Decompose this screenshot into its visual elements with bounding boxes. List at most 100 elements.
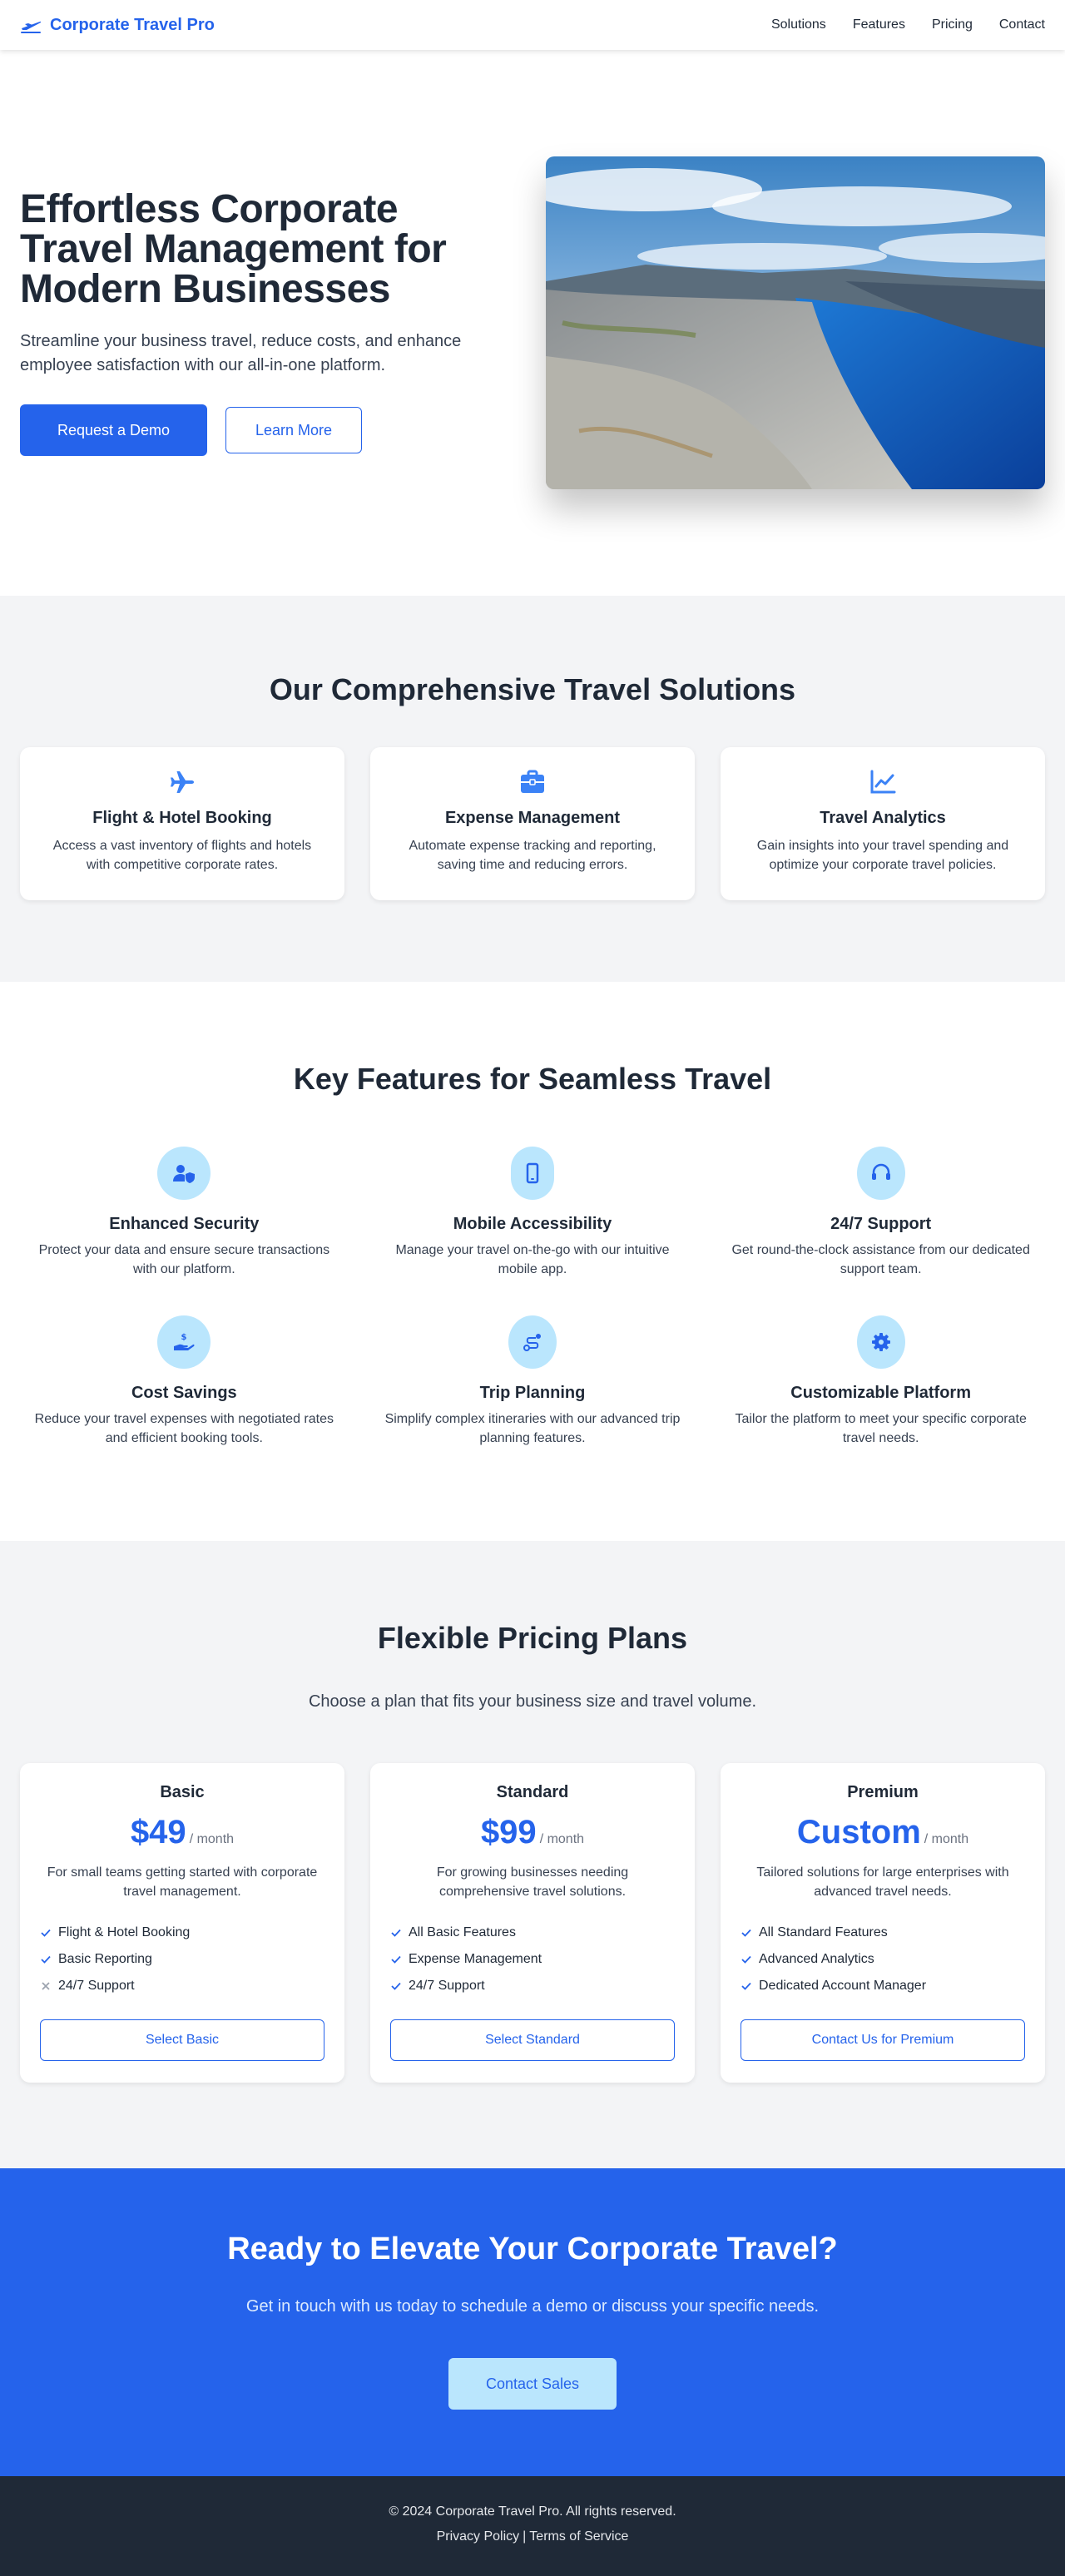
- brand-logo[interactable]: Corporate Travel Pro: [20, 16, 215, 35]
- hero-subtitle: Streamline your business travel, reduce …: [20, 332, 462, 374]
- plan-price: $99: [480, 1814, 537, 1850]
- user-shield-icon: [173, 1165, 196, 1183]
- hand-holding-dollar-icon: $: [174, 1333, 195, 1350]
- plan-card-premium: Premium Custom / month Tailored solutions…: [721, 1763, 1045, 2083]
- select-basic-button[interactable]: Select Basic: [40, 2019, 324, 2061]
- plan-name: Premium: [847, 1783, 919, 1801]
- privacy-policy-link[interactable]: Privacy Policy: [437, 2529, 520, 2544]
- feature-title: 24/7 Support: [830, 1215, 932, 1233]
- headset-icon: [871, 1163, 890, 1180]
- check-icon: [741, 1929, 751, 1937]
- nav-link-pricing[interactable]: Pricing: [932, 17, 973, 32]
- footer-links: Privacy Policy | Terms of Service: [0, 2529, 1065, 2544]
- feature-item-cost-savings: $ Cost Savings Reduce your travel expens…: [20, 1315, 349, 1448]
- request-demo-button[interactable]: Request a Demo: [20, 404, 207, 456]
- feature-text: Protect your data and ensure secure tran…: [38, 1243, 330, 1276]
- feature-item-support: 24/7 Support Get round-the-clock assista…: [716, 1147, 1045, 1279]
- learn-more-button[interactable]: Learn More: [225, 407, 362, 453]
- check-icon: [391, 1955, 401, 1964]
- site-header: Corporate Travel Pro Solutions Features …: [0, 0, 1065, 50]
- features-title: Key Features for Seamless Travel: [293, 1062, 772, 1096]
- feature-title: Enhanced Security: [109, 1215, 260, 1233]
- hero-section: Effortless Corporate Travel Management f…: [0, 50, 1065, 596]
- plan-feature-list: Flight & Hotel Booking Basic Reporting 2…: [40, 1920, 324, 1999]
- plan-feature: Basic Reporting: [40, 1946, 324, 1973]
- plan-feature-list: All Basic Features Expense Management 24…: [390, 1920, 675, 1999]
- features-section: Key Features for Seamless Travel Enhance…: [0, 982, 1065, 1541]
- features-grid: Enhanced Security Protect your data and …: [0, 1147, 1065, 1448]
- check-icon: [41, 1955, 51, 1964]
- pricing-plans: Basic $49/ month For small teams getting…: [0, 1763, 1065, 2083]
- plan-feature-list: All Standard Features Advanced Analytics…: [741, 1920, 1025, 1999]
- plan-price: Custom: [796, 1814, 921, 1850]
- copyright-text: © 2024 Corporate Travel Pro. All rights …: [389, 2504, 676, 2519]
- cta-title: Ready to Elevate Your Corporate Travel?: [227, 2232, 838, 2266]
- mobile-icon: [526, 1162, 539, 1184]
- site-footer: © 2024 Corporate Travel Pro. All rights …: [0, 2476, 1065, 2576]
- solutions-cards: Flight & Hotel Booking Access a vast inv…: [0, 747, 1065, 900]
- nav-link-features[interactable]: Features: [853, 17, 905, 32]
- pricing-section: Flexible Pricing Plans Choose a plan tha…: [0, 1541, 1065, 2168]
- plane-icon: [21, 21, 42, 33]
- nav-link-solutions[interactable]: Solutions: [771, 17, 826, 32]
- plan-period: / month: [189, 1832, 235, 1846]
- plan-feature: Flight & Hotel Booking: [40, 1920, 324, 1946]
- feature-item-mobile: Mobile Accessibility Manage your travel …: [369, 1147, 697, 1279]
- solution-title: Travel Analytics: [820, 809, 946, 827]
- plan-card-standard: Standard $99/ month For growing business…: [370, 1763, 695, 2083]
- plan-period: / month: [924, 1832, 969, 1846]
- plan-description: Tailored solutions for large enterprises…: [756, 1865, 1009, 1899]
- plan-feature: Advanced Analytics: [741, 1946, 1025, 1973]
- solution-card-booking: Flight & Hotel Booking Access a vast inv…: [20, 747, 344, 900]
- check-icon: [391, 1929, 401, 1937]
- cta-subtitle: Get in touch with us today to schedule a…: [245, 2297, 820, 2316]
- solutions-title: Our Comprehensive Travel Solutions: [269, 672, 796, 706]
- plan-feature: All Standard Features: [741, 1920, 1025, 1946]
- terms-of-service-link[interactable]: Terms of Service: [529, 2529, 628, 2544]
- brand-name: Corporate Travel Pro: [50, 15, 215, 34]
- contact-premium-button[interactable]: Contact Us for Premium: [741, 2019, 1025, 2061]
- pricing-title: Flexible Pricing Plans: [377, 1621, 688, 1655]
- feature-title: Customizable Platform: [790, 1384, 971, 1402]
- solutions-section: Our Comprehensive Travel Solutions Fligh…: [0, 596, 1065, 982]
- plan-name: Basic: [160, 1783, 205, 1801]
- feature-text: Simplify complex itineraries with our ad…: [384, 1412, 681, 1445]
- nav-link-contact[interactable]: Contact: [999, 17, 1045, 32]
- feature-title: Trip Planning: [479, 1384, 586, 1402]
- solution-text: Access a vast inventory of flights and h…: [52, 839, 312, 872]
- plan-price: $49: [130, 1814, 186, 1850]
- check-icon: [741, 1982, 751, 1990]
- cta-section: Ready to Elevate Your Corporate Travel? …: [0, 2168, 1065, 2476]
- plan-feature: 24/7 Support: [390, 1973, 675, 1999]
- hero-image: [546, 156, 1045, 489]
- solution-title: Flight & Hotel Booking: [92, 809, 272, 827]
- solution-card-expense: Expense Management Automate expense trac…: [370, 747, 695, 900]
- plan-feature: Expense Management: [390, 1946, 675, 1973]
- check-icon: [391, 1982, 401, 1990]
- solution-text: Automate expense tracking and reporting,…: [409, 839, 656, 872]
- plan-period: / month: [539, 1832, 585, 1846]
- feature-item-customizable: Customizable Platform Tailor the platfor…: [716, 1315, 1045, 1448]
- hero-buttons: Request a Demo Learn More: [20, 404, 519, 456]
- check-icon: [41, 1929, 51, 1937]
- route-icon: [523, 1334, 541, 1351]
- contact-sales-button[interactable]: Contact Sales: [448, 2358, 617, 2410]
- select-standard-button[interactable]: Select Standard: [390, 2019, 675, 2061]
- plan-description: For growing businesses needing comprehen…: [436, 1865, 629, 1899]
- feature-title: Cost Savings: [131, 1384, 237, 1402]
- feature-item-security: Enhanced Security Protect your data and …: [20, 1147, 349, 1279]
- footer-separator: |: [523, 2529, 527, 2544]
- plan-card-basic: Basic $49/ month For small teams getting…: [20, 1763, 344, 2083]
- pricing-subtitle: Choose a plan that fits your business si…: [308, 1692, 757, 1711]
- plan-feature: All Basic Features: [390, 1920, 675, 1946]
- main-nav: Solutions Features Pricing Contact: [771, 17, 1045, 32]
- feature-title: Mobile Accessibility: [453, 1215, 612, 1233]
- briefcase-icon: [521, 770, 544, 793]
- solution-title: Expense Management: [444, 809, 621, 827]
- hero-content: Effortless Corporate Travel Management f…: [20, 190, 519, 456]
- plan-description: For small teams getting started with cor…: [47, 1865, 318, 1899]
- chart-line-icon: [870, 770, 896, 794]
- plane-icon: [171, 771, 194, 793]
- feature-text: Get round-the-clock assistance from our …: [731, 1243, 1030, 1276]
- x-icon: [42, 1982, 50, 1990]
